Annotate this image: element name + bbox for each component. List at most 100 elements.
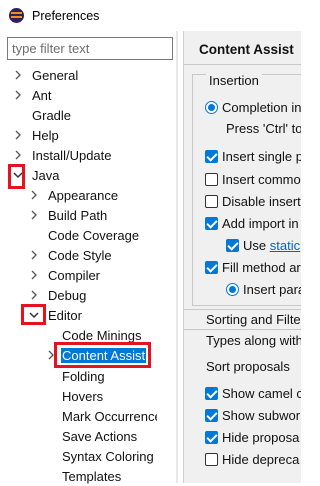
insert-params-radio[interactable]: Insert para <box>226 280 301 298</box>
completion-inserts-label: Completion in <box>222 99 301 115</box>
insert-single-label: Insert single p <box>222 148 301 164</box>
tree-item-content-assist[interactable]: Content Assist <box>45 345 147 365</box>
radio-button[interactable] <box>226 282 239 296</box>
tree-item-label: Code Coverage <box>48 227 140 243</box>
tree-item-label: Appearance <box>48 187 119 203</box>
tree-item-help[interactable]: Help <box>12 125 60 145</box>
filter-input[interactable] <box>7 37 173 60</box>
completion-inserts-radio[interactable]: Completion in <box>205 98 301 116</box>
tree-item-install-update[interactable]: Install/Update <box>12 145 113 165</box>
chevron-right-icon[interactable] <box>12 89 24 101</box>
hide-proposals-checkbox[interactable]: Hide proposa <box>205 428 299 446</box>
tree-item-syntax-coloring[interactable]: Syntax Coloring <box>61 446 155 466</box>
tree-item-label: Install/Update <box>32 147 112 163</box>
tree-item-label: Folding <box>62 368 105 384</box>
page-title: Content Assist <box>199 42 294 57</box>
add-import-checkbox[interactable]: Add import in <box>205 214 299 232</box>
types-along-label: Types along with <box>206 333 301 348</box>
tree-item-label: Build Path <box>48 207 108 223</box>
tree-item-appearance[interactable]: Appearance <box>28 185 119 205</box>
window-title: Preferences <box>32 8 100 23</box>
tree-item-label: Hovers <box>62 388 104 404</box>
show-subword-checkbox[interactable]: Show subwor <box>205 406 300 424</box>
tree-item-save-actions[interactable]: Save Actions <box>61 426 138 446</box>
chevron-right-icon[interactable] <box>12 69 24 81</box>
disable-insert-checkbox[interactable]: Disable insert <box>205 192 301 210</box>
checkbox[interactable] <box>205 149 218 163</box>
tree-item-folding[interactable]: Folding <box>61 366 106 386</box>
insert-common-label: Insert commo <box>222 171 301 187</box>
tree-item-build-path[interactable]: Build Path <box>28 205 108 225</box>
section-separator <box>184 329 301 330</box>
fill-method-label: Fill method ar <box>222 259 301 275</box>
title-separator <box>184 64 301 65</box>
tree-item-hovers[interactable]: Hovers <box>61 386 104 406</box>
chevron-right-icon[interactable] <box>12 129 24 141</box>
content-assist-page: Content Assist Insertion Completion in P… <box>184 31 301 483</box>
chevron-down-icon[interactable] <box>28 309 40 321</box>
use-static-prefix: Use <box>243 237 270 253</box>
add-import-label: Add import in <box>222 215 299 231</box>
tree-item-label: Editor <box>48 307 82 323</box>
checkbox[interactable] <box>205 194 218 208</box>
tree-item-mark-occurrences[interactable]: Mark Occurrences <box>61 406 157 426</box>
completion-hint: Press 'Ctrl' to <box>226 121 301 136</box>
tree-item-ant[interactable]: Ant <box>12 85 53 105</box>
sort-proposals-label: Sort proposals <box>206 359 290 374</box>
tree-item-label: Save Actions <box>62 428 138 444</box>
show-camel-checkbox[interactable]: Show camel c <box>205 384 301 402</box>
eclipse-icon <box>9 8 24 23</box>
insert-single-checkbox[interactable]: Insert single p <box>205 147 301 165</box>
tree-item-label: Content Assist <box>61 347 147 363</box>
checkbox[interactable] <box>205 408 218 422</box>
disable-insert-label: Disable insert <box>222 193 301 209</box>
hide-deprecated-label: Hide depreca <box>222 451 300 467</box>
hide-proposals-label: Hide proposa <box>222 429 300 445</box>
checkbox[interactable] <box>205 386 218 400</box>
tree-item-debug[interactable]: Debug <box>28 285 87 305</box>
fill-method-checkbox[interactable]: Fill method ar <box>205 258 301 276</box>
tree-item-label: Compiler <box>48 267 101 283</box>
chevron-right-icon[interactable] <box>45 349 57 361</box>
chevron-down-icon[interactable] <box>12 169 24 181</box>
checkbox[interactable] <box>205 260 218 274</box>
tree-item-label: Templates <box>62 468 122 484</box>
tree-item-java[interactable]: Java <box>12 165 60 185</box>
tree-item-label: Debug <box>48 287 87 303</box>
static-link[interactable]: static <box>270 238 300 253</box>
use-static-checkbox[interactable]: Use static <box>226 236 300 254</box>
show-camel-label: Show camel c <box>222 385 301 401</box>
tree-item-label: Syntax Coloring <box>62 448 154 464</box>
title-bar: Preferences <box>0 0 301 31</box>
chevron-right-icon[interactable] <box>28 269 40 281</box>
checkbox[interactable] <box>205 430 218 444</box>
chevron-right-icon[interactable] <box>28 249 40 261</box>
chevron-right-icon[interactable] <box>28 189 40 201</box>
tree-item-label: Help <box>32 127 59 143</box>
tree-item-gradle[interactable]: Gradle <box>31 105 72 125</box>
hide-deprecated-checkbox[interactable]: Hide depreca <box>205 450 299 468</box>
chevron-right-icon[interactable] <box>12 149 24 161</box>
tree-item-editor[interactable]: Editor <box>28 305 83 325</box>
show-subword-label: Show subwor <box>222 407 301 423</box>
checkbox[interactable] <box>205 172 218 186</box>
tree-scrollbar[interactable] <box>176 31 178 483</box>
tree-item-code-style[interactable]: Code Style <box>28 245 113 265</box>
tree-item-label: Gradle <box>32 107 72 123</box>
tree-item-code-coverage[interactable]: Code Coverage <box>47 225 140 245</box>
tree-item-code-minings[interactable]: Code Minings <box>61 325 143 345</box>
chevron-right-icon[interactable] <box>28 209 40 221</box>
tree-item-general[interactable]: General <box>12 65 79 85</box>
insertion-group-title: Insertion <box>206 73 262 88</box>
sorting-filter-title: Sorting and Filte <box>206 312 301 327</box>
checkbox[interactable] <box>205 452 218 466</box>
checkbox[interactable] <box>205 216 218 230</box>
chevron-right-icon[interactable] <box>28 289 40 301</box>
checkbox[interactable] <box>226 238 239 252</box>
tree-item-templates[interactable]: Templates <box>61 466 122 486</box>
insert-common-checkbox[interactable]: Insert commo <box>205 170 301 188</box>
tree-item-label: Ant <box>32 87 52 103</box>
tree-item-compiler[interactable]: Compiler <box>28 265 101 285</box>
tree-item-label: Java <box>32 167 60 183</box>
radio-button[interactable] <box>205 100 218 114</box>
